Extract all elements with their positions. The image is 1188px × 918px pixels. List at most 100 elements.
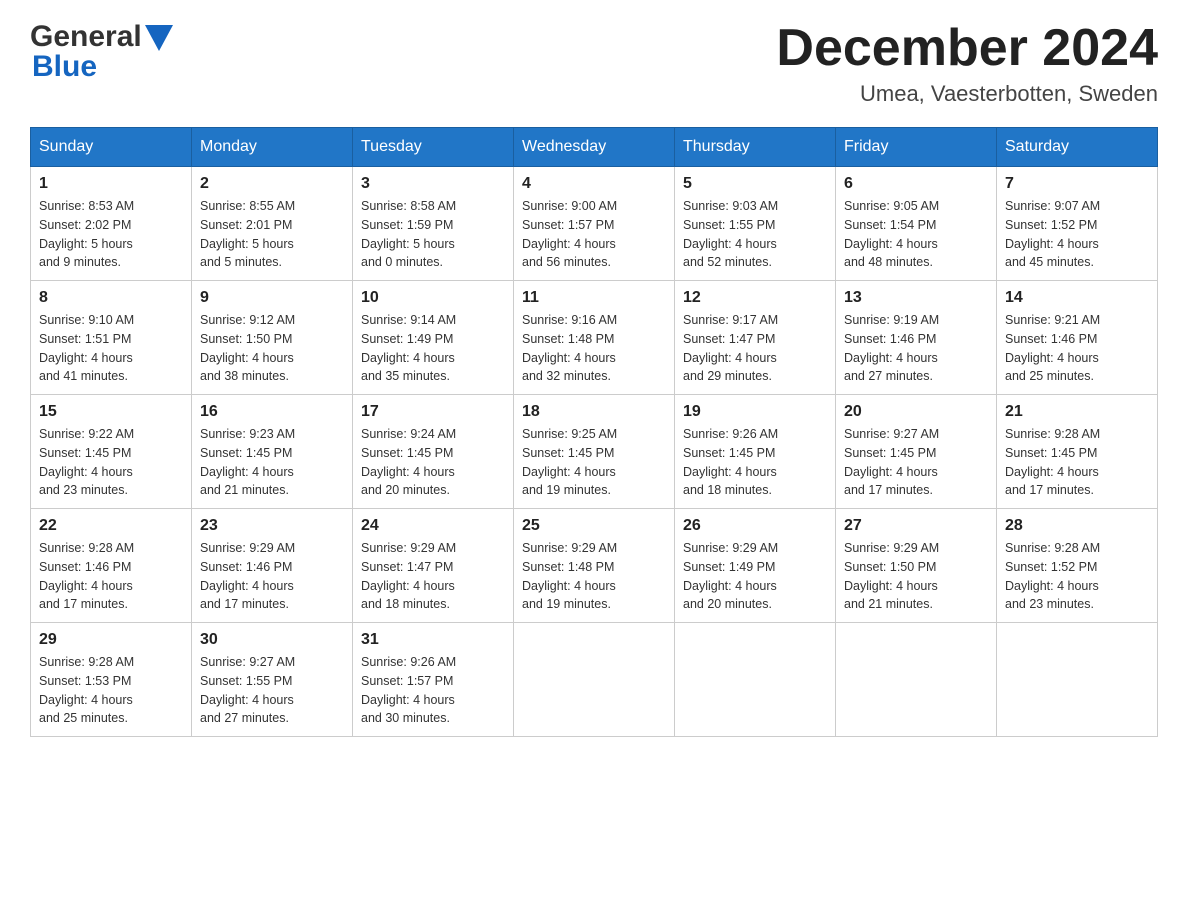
day-info: Sunrise: 9:29 AM Sunset: 1:49 PM Dayligh… xyxy=(683,539,827,614)
calendar-cell: 31 Sunrise: 9:26 AM Sunset: 1:57 PM Dayl… xyxy=(353,623,514,737)
calendar-cell: 5 Sunrise: 9:03 AM Sunset: 1:55 PM Dayli… xyxy=(675,167,836,281)
day-info: Sunrise: 9:27 AM Sunset: 1:45 PM Dayligh… xyxy=(844,425,988,500)
calendar-cell: 11 Sunrise: 9:16 AM Sunset: 1:48 PM Dayl… xyxy=(514,281,675,395)
day-number: 24 xyxy=(361,517,505,535)
calendar-cell: 1 Sunrise: 8:53 AM Sunset: 2:02 PM Dayli… xyxy=(31,167,192,281)
day-info: Sunrise: 9:26 AM Sunset: 1:45 PM Dayligh… xyxy=(683,425,827,500)
day-info: Sunrise: 9:29 AM Sunset: 1:47 PM Dayligh… xyxy=(361,539,505,614)
day-number: 20 xyxy=(844,403,988,421)
calendar-cell: 2 Sunrise: 8:55 AM Sunset: 2:01 PM Dayli… xyxy=(192,167,353,281)
day-number: 23 xyxy=(200,517,344,535)
day-number: 16 xyxy=(200,403,344,421)
calendar-cell: 7 Sunrise: 9:07 AM Sunset: 1:52 PM Dayli… xyxy=(997,167,1158,281)
day-number: 5 xyxy=(683,175,827,193)
day-number: 26 xyxy=(683,517,827,535)
day-info: Sunrise: 9:28 AM Sunset: 1:52 PM Dayligh… xyxy=(1005,539,1149,614)
calendar-cell xyxy=(675,623,836,737)
calendar-cell: 25 Sunrise: 9:29 AM Sunset: 1:48 PM Dayl… xyxy=(514,509,675,623)
day-info: Sunrise: 8:55 AM Sunset: 2:01 PM Dayligh… xyxy=(200,197,344,272)
logo-general-text: General xyxy=(30,20,142,54)
calendar-cell: 6 Sunrise: 9:05 AM Sunset: 1:54 PM Dayli… xyxy=(836,167,997,281)
calendar-week-row: 29 Sunrise: 9:28 AM Sunset: 1:53 PM Dayl… xyxy=(31,623,1158,737)
day-number: 12 xyxy=(683,289,827,307)
title-section: December 2024 Umea, Vaesterbotten, Swede… xyxy=(776,20,1158,107)
day-number: 27 xyxy=(844,517,988,535)
day-number: 21 xyxy=(1005,403,1149,421)
day-info: Sunrise: 9:27 AM Sunset: 1:55 PM Dayligh… xyxy=(200,653,344,728)
page-header: General Blue December 2024 Umea, Vaester… xyxy=(30,20,1158,107)
calendar-cell: 26 Sunrise: 9:29 AM Sunset: 1:49 PM Dayl… xyxy=(675,509,836,623)
calendar-cell: 20 Sunrise: 9:27 AM Sunset: 1:45 PM Dayl… xyxy=(836,395,997,509)
day-info: Sunrise: 8:58 AM Sunset: 1:59 PM Dayligh… xyxy=(361,197,505,272)
weekday-header-saturday: Saturday xyxy=(997,128,1158,167)
day-info: Sunrise: 9:29 AM Sunset: 1:48 PM Dayligh… xyxy=(522,539,666,614)
day-info: Sunrise: 9:28 AM Sunset: 1:45 PM Dayligh… xyxy=(1005,425,1149,500)
day-number: 2 xyxy=(200,175,344,193)
day-number: 1 xyxy=(39,175,183,193)
day-info: Sunrise: 8:53 AM Sunset: 2:02 PM Dayligh… xyxy=(39,197,183,272)
day-number: 14 xyxy=(1005,289,1149,307)
day-number: 4 xyxy=(522,175,666,193)
day-info: Sunrise: 9:24 AM Sunset: 1:45 PM Dayligh… xyxy=(361,425,505,500)
day-number: 28 xyxy=(1005,517,1149,535)
day-info: Sunrise: 9:00 AM Sunset: 1:57 PM Dayligh… xyxy=(522,197,666,272)
day-number: 29 xyxy=(39,631,183,649)
day-number: 10 xyxy=(361,289,505,307)
logo: General Blue xyxy=(30,20,173,84)
day-number: 22 xyxy=(39,517,183,535)
day-number: 3 xyxy=(361,175,505,193)
calendar-cell: 12 Sunrise: 9:17 AM Sunset: 1:47 PM Dayl… xyxy=(675,281,836,395)
weekday-header-sunday: Sunday xyxy=(31,128,192,167)
day-info: Sunrise: 9:28 AM Sunset: 1:53 PM Dayligh… xyxy=(39,653,183,728)
day-info: Sunrise: 9:23 AM Sunset: 1:45 PM Dayligh… xyxy=(200,425,344,500)
calendar-table: SundayMondayTuesdayWednesdayThursdayFrid… xyxy=(30,127,1158,737)
day-info: Sunrise: 9:29 AM Sunset: 1:46 PM Dayligh… xyxy=(200,539,344,614)
calendar-cell: 18 Sunrise: 9:25 AM Sunset: 1:45 PM Dayl… xyxy=(514,395,675,509)
day-info: Sunrise: 9:28 AM Sunset: 1:46 PM Dayligh… xyxy=(39,539,183,614)
day-info: Sunrise: 9:05 AM Sunset: 1:54 PM Dayligh… xyxy=(844,197,988,272)
location-subtitle: Umea, Vaesterbotten, Sweden xyxy=(776,81,1158,107)
weekday-header-wednesday: Wednesday xyxy=(514,128,675,167)
day-info: Sunrise: 9:17 AM Sunset: 1:47 PM Dayligh… xyxy=(683,311,827,386)
calendar-cell: 28 Sunrise: 9:28 AM Sunset: 1:52 PM Dayl… xyxy=(997,509,1158,623)
calendar-week-row: 15 Sunrise: 9:22 AM Sunset: 1:45 PM Dayl… xyxy=(31,395,1158,509)
day-number: 8 xyxy=(39,289,183,307)
calendar-cell: 29 Sunrise: 9:28 AM Sunset: 1:53 PM Dayl… xyxy=(31,623,192,737)
day-info: Sunrise: 9:03 AM Sunset: 1:55 PM Dayligh… xyxy=(683,197,827,272)
day-number: 6 xyxy=(844,175,988,193)
calendar-cell: 14 Sunrise: 9:21 AM Sunset: 1:46 PM Dayl… xyxy=(997,281,1158,395)
day-info: Sunrise: 9:22 AM Sunset: 1:45 PM Dayligh… xyxy=(39,425,183,500)
calendar-cell: 16 Sunrise: 9:23 AM Sunset: 1:45 PM Dayl… xyxy=(192,395,353,509)
calendar-cell: 27 Sunrise: 9:29 AM Sunset: 1:50 PM Dayl… xyxy=(836,509,997,623)
day-number: 13 xyxy=(844,289,988,307)
calendar-cell: 17 Sunrise: 9:24 AM Sunset: 1:45 PM Dayl… xyxy=(353,395,514,509)
day-info: Sunrise: 9:26 AM Sunset: 1:57 PM Dayligh… xyxy=(361,653,505,728)
calendar-cell: 3 Sunrise: 8:58 AM Sunset: 1:59 PM Dayli… xyxy=(353,167,514,281)
calendar-cell: 21 Sunrise: 9:28 AM Sunset: 1:45 PM Dayl… xyxy=(997,395,1158,509)
day-number: 18 xyxy=(522,403,666,421)
calendar-week-row: 1 Sunrise: 8:53 AM Sunset: 2:02 PM Dayli… xyxy=(31,167,1158,281)
day-number: 7 xyxy=(1005,175,1149,193)
day-number: 15 xyxy=(39,403,183,421)
day-info: Sunrise: 9:29 AM Sunset: 1:50 PM Dayligh… xyxy=(844,539,988,614)
weekday-header-friday: Friday xyxy=(836,128,997,167)
day-info: Sunrise: 9:21 AM Sunset: 1:46 PM Dayligh… xyxy=(1005,311,1149,386)
day-number: 30 xyxy=(200,631,344,649)
calendar-cell: 10 Sunrise: 9:14 AM Sunset: 1:49 PM Dayl… xyxy=(353,281,514,395)
day-info: Sunrise: 9:10 AM Sunset: 1:51 PM Dayligh… xyxy=(39,311,183,386)
day-info: Sunrise: 9:14 AM Sunset: 1:49 PM Dayligh… xyxy=(361,311,505,386)
day-info: Sunrise: 9:12 AM Sunset: 1:50 PM Dayligh… xyxy=(200,311,344,386)
weekday-header-row: SundayMondayTuesdayWednesdayThursdayFrid… xyxy=(31,128,1158,167)
calendar-cell xyxy=(997,623,1158,737)
calendar-week-row: 8 Sunrise: 9:10 AM Sunset: 1:51 PM Dayli… xyxy=(31,281,1158,395)
calendar-cell: 13 Sunrise: 9:19 AM Sunset: 1:46 PM Dayl… xyxy=(836,281,997,395)
day-number: 17 xyxy=(361,403,505,421)
day-number: 11 xyxy=(522,289,666,307)
logo-blue-text: Blue xyxy=(32,50,97,84)
weekday-header-tuesday: Tuesday xyxy=(353,128,514,167)
calendar-cell: 15 Sunrise: 9:22 AM Sunset: 1:45 PM Dayl… xyxy=(31,395,192,509)
month-title: December 2024 xyxy=(776,20,1158,77)
calendar-cell: 30 Sunrise: 9:27 AM Sunset: 1:55 PM Dayl… xyxy=(192,623,353,737)
calendar-cell: 22 Sunrise: 9:28 AM Sunset: 1:46 PM Dayl… xyxy=(31,509,192,623)
day-info: Sunrise: 9:07 AM Sunset: 1:52 PM Dayligh… xyxy=(1005,197,1149,272)
